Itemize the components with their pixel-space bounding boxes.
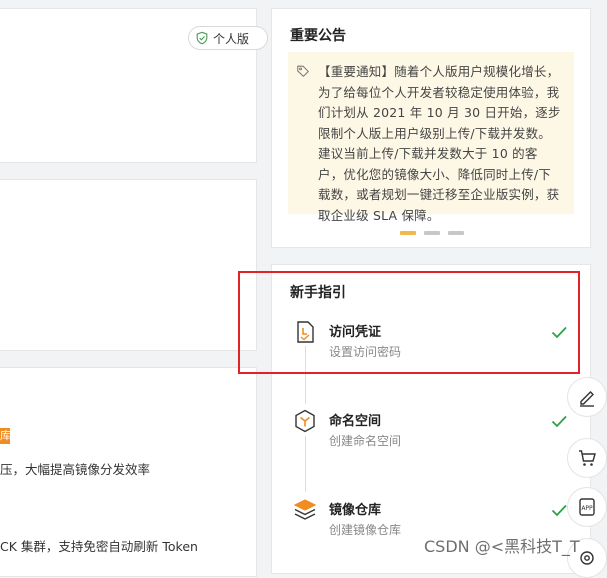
highlight-annotation-box [238,271,580,374]
app-button[interactable]: APP [567,487,607,527]
guide-step-namespace[interactable]: 命名空间 创建命名空间 [292,408,582,452]
watermark-text: CSDN @<黑科技T_T [424,537,580,556]
edit-button[interactable] [567,377,607,417]
feature-text-1: 压，大幅提高镜像分发效率 [0,462,151,477]
repository-icon [293,499,317,520]
feature-tag: 库 [0,428,10,444]
shield-check-icon [196,31,208,45]
edit-icon [580,391,594,407]
edition-badge[interactable]: 个人版 [188,26,268,50]
carousel-dot[interactable] [400,231,416,235]
announcement-title: 重要公告 [290,28,346,44]
announcement-text: 【重要通知】随着个人版用户规模化增长，为了给每位个人开发者较稳定使用体验，我们计… [318,64,561,223]
stats-card [0,179,257,351]
check-icon [551,415,567,428]
tag-icon [297,65,309,77]
announcement-notice[interactable]: 【重要通知】随着个人版用户规模化增长，为了给每位个人开发者较稳定使用体验，我们计… [288,52,574,223]
check-icon [551,504,567,517]
carousel-dot[interactable] [424,231,440,235]
carousel-dot[interactable] [448,231,464,235]
cart-button[interactable] [567,438,607,478]
step-subtitle: 创建命名空间 [329,434,402,448]
app-icon: APP [579,498,595,516]
step-title: 命名空间 [329,414,382,429]
edition-badge-label: 个人版 [213,31,250,46]
carousel-indicators [400,231,464,235]
cart-icon [579,450,596,466]
feature-text-2: CK 集群，支持免密自动刷新 Token [0,539,198,554]
namespace-icon [295,409,315,433]
step-title: 镜像仓库 [329,503,382,518]
step-subtitle: 创建镜像仓库 [329,523,402,537]
svg-text:APP: APP [581,505,593,512]
